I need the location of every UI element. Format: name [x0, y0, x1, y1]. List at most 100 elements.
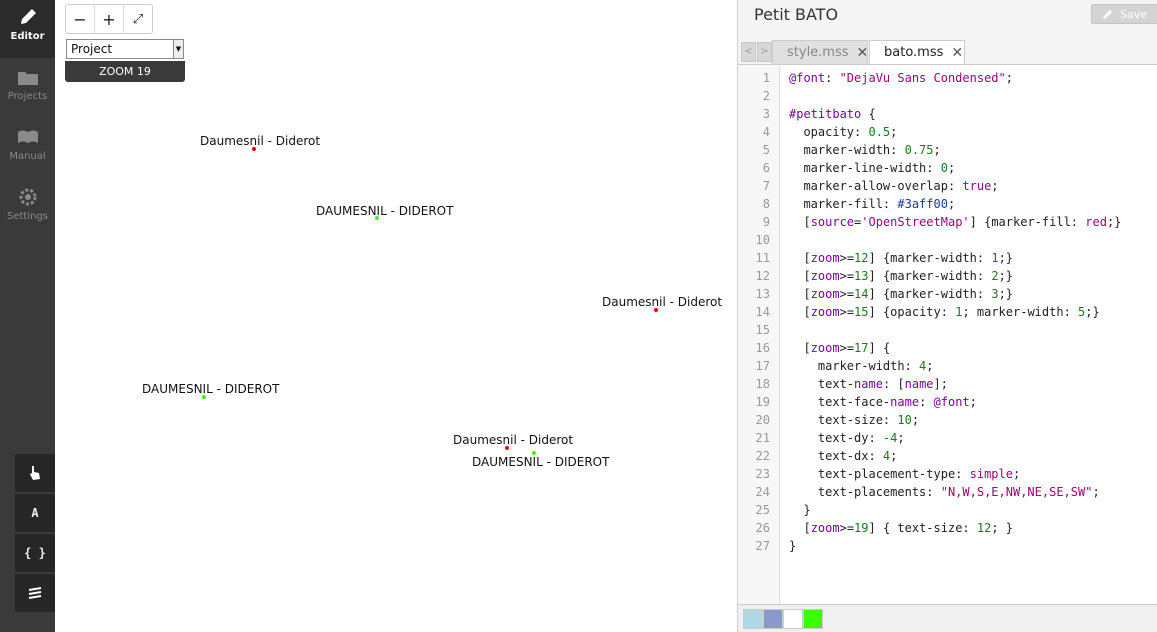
line-number: 20 [755, 413, 770, 427]
code-line: [zoom>=17] { [789, 341, 891, 355]
prev-tab-button[interactable]: < [741, 42, 756, 62]
code-line: [zoom>=12] {marker-width: 1;} [789, 251, 1014, 265]
line-number: 23 [755, 467, 770, 481]
line-number: 8 [762, 197, 770, 211]
close-icon[interactable]: ✕ [951, 45, 963, 61]
map-zoom-controls: − + ⤢ [65, 4, 153, 34]
code-line: @font: "DejaVu Sans Condensed"; [789, 71, 1013, 85]
braces-icon: { } [24, 546, 46, 560]
app-sidebar: Editor Projects Manual Settings A { } [0, 0, 55, 632]
line-number: 9 [762, 215, 770, 229]
font-tool-button[interactable]: A [15, 494, 55, 532]
color-swatch[interactable] [783, 609, 803, 629]
color-swatch[interactable] [743, 609, 763, 629]
map-label: Daumesnil - Diderot [200, 134, 321, 148]
tab-bato-mss[interactable]: bato.mss ✕ [869, 40, 965, 64]
line-number: 1 [762, 71, 770, 85]
line-number: 10 [755, 233, 770, 247]
code-line: text-size: 10; [789, 413, 920, 427]
code-line: [zoom>=15] {opacity: 1; marker-width: 5;… [789, 305, 1100, 319]
layer-select[interactable]: Project ▼ [66, 39, 184, 59]
line-number: 24 [755, 485, 770, 499]
code-line: text-placement-type: simple; [789, 467, 1021, 481]
code-line: text-dy: -4; [789, 431, 905, 445]
code-line: [zoom>=19] { text-size: 12; } [789, 521, 1014, 535]
code-line: marker-line-width: 0; [789, 161, 956, 175]
code-editor-panel: Petit BATO Save < > style.mss ✕ bato.mss… [737, 0, 1157, 632]
map-label: DAUMESNIL - DIDEROT [142, 382, 280, 396]
map-marker [505, 446, 509, 450]
code-line: } [789, 539, 797, 553]
gear-icon [19, 188, 36, 206]
line-number: 16 [755, 341, 770, 355]
code-line: marker-width: 4; [789, 359, 934, 373]
zoom-in-button[interactable]: + [95, 5, 124, 33]
code-line: [source='OpenStreetMap'] {marker-fill: r… [789, 215, 1122, 229]
css-tool-button[interactable]: { } [15, 534, 55, 572]
map-label: DAUMESNIL - DIDEROT [472, 455, 610, 469]
map-label: Daumesnil - Diderot [453, 433, 574, 447]
tab-style-mss[interactable]: style.mss ✕ [772, 40, 868, 64]
code-area[interactable]: 1 2 3 4 5 6 7 8 9 10 11 12 13 14 15 16 17 18 19 20 21 22 23 24 2… [738, 64, 1157, 605]
color-palette [738, 604, 1157, 632]
code-line: text-face-name: @font; [789, 395, 977, 409]
line-number: 11 [755, 251, 770, 265]
save-button[interactable]: Save [1091, 4, 1157, 24]
zoom-out-button[interactable]: − [66, 5, 95, 33]
code-line: marker-allow-overlap: true; [789, 179, 999, 193]
hand-pointer-icon [30, 466, 40, 480]
layers-tool-button[interactable] [15, 574, 55, 612]
code-line: [zoom>=13] {marker-width: 2;} [789, 269, 1014, 283]
close-icon[interactable]: ✕ [857, 45, 869, 61]
code-line: #petitbato { [789, 107, 876, 121]
save-label: Save [1119, 7, 1147, 21]
sidebar-item-projects[interactable]: Projects [0, 60, 55, 118]
sidebar-item-label: Projects [7, 91, 48, 102]
pencil-icon [1102, 10, 1112, 19]
tab-label: bato.mss [884, 45, 944, 60]
map-marker [532, 451, 536, 455]
layers-icon [28, 587, 42, 599]
line-number: 12 [755, 269, 770, 283]
chevron-down-icon: ▼ [173, 40, 183, 58]
code-line: text-placements: "N,W,S,E,NW,NE,SE,SW"; [789, 485, 1100, 499]
line-number: 3 [762, 107, 770, 121]
map-marker [202, 395, 206, 399]
sidebar-item-settings[interactable]: Settings [0, 180, 55, 238]
line-number: 14 [755, 305, 770, 319]
map-marker [654, 308, 658, 312]
project-title: Petit BATO [754, 5, 839, 24]
color-swatch[interactable] [763, 609, 783, 629]
color-swatch[interactable] [803, 609, 823, 629]
map-label: Daumesnil - Diderot [602, 295, 723, 309]
book-icon [17, 130, 38, 143]
line-number: 7 [762, 179, 770, 193]
line-number: 22 [755, 449, 770, 463]
sidebar-item-manual[interactable]: Manual [0, 120, 55, 178]
folder-icon [17, 72, 38, 85]
line-number: 25 [755, 503, 770, 517]
pan-tool-button[interactable] [15, 454, 55, 492]
fullscreen-button[interactable]: ⤢ [124, 5, 152, 33]
code-line: marker-width: 0.75; [789, 143, 941, 157]
line-number: 26 [755, 521, 770, 535]
line-number: 15 [755, 323, 770, 337]
pencil-icon [20, 9, 36, 24]
code-line: } [789, 503, 811, 517]
line-number: 27 [755, 539, 770, 553]
line-number: 5 [762, 143, 770, 157]
map-view[interactable]: − + ⤢ Project ▼ ZOOM 19 Daumesnil - Dide… [55, 0, 737, 632]
code-line: [zoom>=14] {marker-width: 3;} [789, 287, 1014, 301]
map-marker [375, 216, 379, 220]
font-icon: A [31, 506, 39, 520]
tab-label: style.mss [787, 45, 849, 60]
line-number: 6 [762, 161, 770, 175]
sidebar-item-label: Editor [10, 31, 45, 42]
sidebar-item-editor[interactable]: Editor [0, 0, 55, 58]
line-number: 2 [762, 89, 770, 103]
zoom-level-badge: ZOOM 19 [65, 61, 185, 82]
code-line: marker-fill: #3aff00; [789, 197, 956, 211]
next-tab-button[interactable]: > [757, 42, 772, 62]
layer-select-value: Project [71, 42, 113, 56]
line-number: 18 [755, 377, 770, 391]
